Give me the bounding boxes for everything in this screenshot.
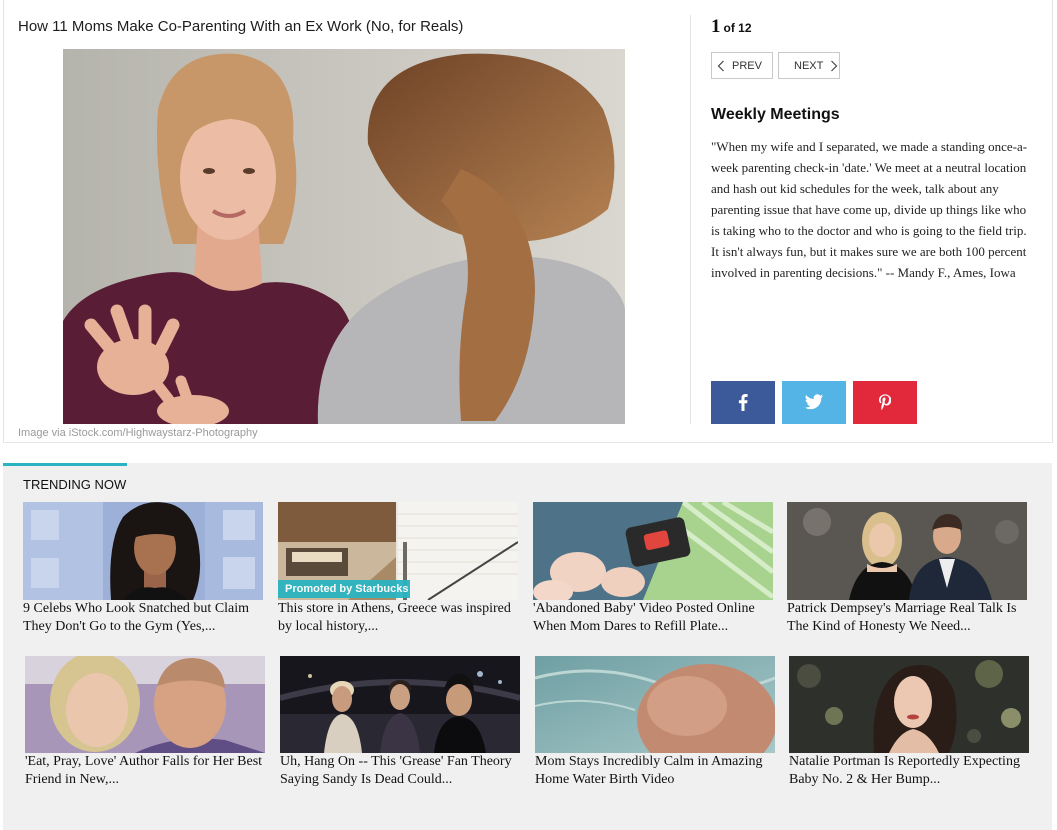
slide-counter: 1 of 12 — [711, 16, 752, 38]
trending-card[interactable]: 9 Celebs Who Look Snatched but Claim The… — [23, 502, 265, 636]
twitter-icon — [804, 394, 824, 411]
trending-thumbnail[interactable] — [533, 502, 773, 600]
trending-thumbnail[interactable] — [280, 656, 520, 753]
facebook-share-button[interactable] — [711, 381, 775, 424]
trending-thumbnail[interactable] — [535, 656, 775, 753]
trending-card[interactable]: Promoted by Starbucks This store in Athe… — [278, 502, 520, 636]
panel-divider — [690, 15, 691, 424]
trending-caption[interactable]: 'Abandoned Baby' Video Posted Online Whe… — [533, 600, 775, 636]
trending-caption[interactable]: 9 Celebs Who Look Snatched but Claim The… — [23, 600, 265, 636]
slide-body: "When my wife and I separated, we made a… — [711, 139, 1028, 280]
trending-card[interactable]: Patrick Dempsey's Marriage Real Talk Is … — [787, 502, 1029, 636]
trending-caption[interactable]: Mom Stays Incredibly Calm in Amazing Hom… — [535, 753, 777, 789]
slide-heading: Weekly Meetings — [711, 106, 840, 123]
trending-card[interactable]: 'Abandoned Baby' Video Posted Online Whe… — [533, 502, 775, 636]
trending-card[interactable]: Uh, Hang On -- This 'Grease' Fan Theory … — [280, 656, 522, 789]
next-button-label: NEXT — [794, 59, 824, 72]
trending-card[interactable]: Natalie Portman Is Reportedly Expecting … — [789, 656, 1031, 789]
trending-caption[interactable]: 'Eat, Pray, Love' Author Falls for Her B… — [25, 753, 267, 789]
trending-section: TRENDING NOW 9 Celebs Who Look Snatched … — [3, 463, 1052, 830]
trending-card[interactable]: 'Eat, Pray, Love' Author Falls for Her B… — [25, 656, 267, 789]
trending-thumbnail[interactable] — [23, 502, 263, 600]
slide-image — [63, 49, 625, 424]
trending-thumbnail[interactable] — [789, 656, 1029, 753]
trending-caption[interactable]: Patrick Dempsey's Marriage Real Talk Is … — [787, 600, 1029, 636]
trending-thumbnail[interactable]: Promoted by Starbucks — [278, 502, 518, 600]
prev-button-label: PREV — [732, 59, 762, 72]
prev-button[interactable]: PREV — [711, 52, 773, 79]
pinterest-icon — [879, 394, 891, 411]
article-title: How 11 Moms Make Co-Parenting With an Ex… — [18, 18, 464, 35]
image-credit: Image via iStock.com/Highwaystarz-Photog… — [18, 427, 258, 439]
trending-accent-bar — [3, 463, 127, 466]
trending-caption[interactable]: This store in Athens, Greece was inspire… — [278, 600, 520, 636]
total-slides-label: of 12 — [723, 21, 752, 35]
facebook-icon — [738, 394, 748, 411]
chevron-left-icon — [717, 60, 725, 72]
slide-panel: How 11 Moms Make Co-Parenting With an Ex… — [3, 0, 1053, 443]
trending-thumbnail[interactable] — [787, 502, 1027, 600]
trending-heading: TRENDING NOW — [23, 477, 127, 492]
trending-caption[interactable]: Uh, Hang On -- This 'Grease' Fan Theory … — [280, 753, 522, 789]
trending-card[interactable]: Mom Stays Incredibly Calm in Amazing Hom… — [535, 656, 777, 789]
next-button[interactable]: NEXT — [778, 52, 840, 79]
trending-thumbnail[interactable] — [25, 656, 265, 753]
promoted-badge: Promoted by Starbucks — [278, 580, 410, 598]
twitter-share-button[interactable] — [782, 381, 846, 424]
chevron-right-icon — [830, 60, 838, 72]
pinterest-share-button[interactable] — [853, 381, 917, 424]
trending-caption[interactable]: Natalie Portman Is Reportedly Expecting … — [789, 753, 1031, 789]
current-slide-number: 1 — [711, 16, 721, 37]
